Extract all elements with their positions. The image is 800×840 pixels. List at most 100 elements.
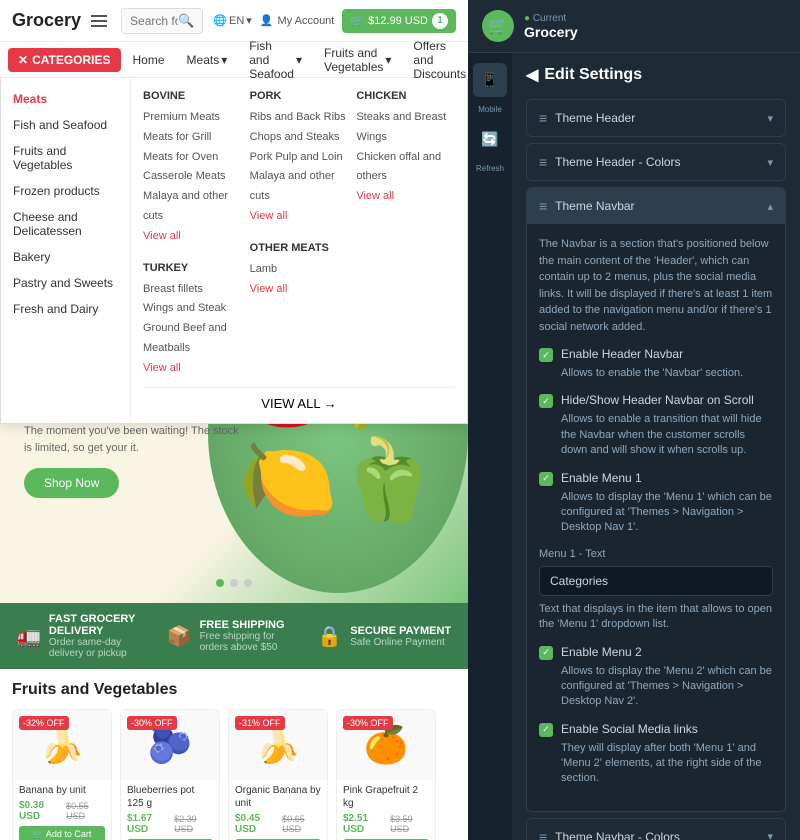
payment-title: SECURE PAYMENT <box>350 625 451 637</box>
bovine-premium[interactable]: Premium Meats <box>143 108 242 128</box>
menu1-text-section: Menu 1 - Text Text that displays in the … <box>539 548 773 633</box>
bovine-malaya[interactable]: Malaya and other cuts <box>143 187 242 227</box>
shop-now-button[interactable]: Shop Now <box>24 468 119 498</box>
banana-badge: -32% OFF <box>19 716 69 730</box>
pork-chops[interactable]: Chops and Steaks <box>250 128 349 148</box>
enable-menu2-header: Enable Menu 2 <box>539 645 773 660</box>
bovine-oven[interactable]: Meats for Oven <box>143 148 242 168</box>
feature-delivery-text: FAST GROCERY DELIVERY Order same-day del… <box>49 613 151 659</box>
nav-fruits[interactable]: Fruits and Vegetables ▾ <box>314 40 401 80</box>
account-button[interactable]: 👤 My Account <box>260 14 335 27</box>
theme-header-colors-icon: ≡ <box>539 154 547 170</box>
mega-left-fish[interactable]: Fish and Seafood <box>1 112 130 138</box>
pork-malaya[interactable]: Malaya and other cuts <box>250 167 349 207</box>
enable-header-navbar-checkbox[interactable] <box>539 348 553 362</box>
theme-navbar-icon: ≡ <box>539 198 547 214</box>
blueberries-badge: -30% OFF <box>127 716 177 730</box>
sidebar-mobile-icon[interactable]: 📱 <box>473 63 507 97</box>
categories-button[interactable]: ✕ CATEGORIES <box>8 48 121 72</box>
theme-header-colors-toggle[interactable]: ≡ Theme Header - Colors ▾ <box>527 144 785 180</box>
enable-header-navbar-header: Enable Header Navbar <box>539 347 773 362</box>
turkey-breast[interactable]: Breast fillets <box>143 280 242 300</box>
chicken-view-all[interactable]: View all <box>356 187 455 207</box>
menu1-text-input[interactable] <box>539 566 773 596</box>
mega-left-cheese[interactable]: Cheese and Delicatessen <box>1 204 130 244</box>
mega-menu-right: BOVINE Premium Meats Meats for Grill Mea… <box>131 78 467 423</box>
pork-view-all[interactable]: View all <box>250 207 349 227</box>
enable-menu1-checkbox[interactable] <box>539 472 553 486</box>
panel-header: 🛒 ● Current Grocery <box>468 0 800 53</box>
search-input[interactable] <box>130 14 178 28</box>
nav-home[interactable]: Home <box>123 47 175 73</box>
other-view-all[interactable]: View all <box>250 280 349 300</box>
banana-prices: $0.38 USD $0.55 USD <box>19 800 105 822</box>
other-lamb[interactable]: Lamb <box>250 260 349 280</box>
banana-add-cart[interactable]: 🛒 Add to Cart <box>19 826 105 840</box>
cart-count-badge: 1 <box>432 13 448 29</box>
toggle-enable-social-media: Enable Social Media links They will disp… <box>539 722 773 787</box>
hero-dot-3[interactable] <box>244 579 252 587</box>
language-selector[interactable]: 🌐 EN ▾ <box>213 14 252 27</box>
panel-body: 📱 Mobile 🔄 Refresh ◀ Edit Settings ≡ The… <box>468 53 800 840</box>
hero-dot-2[interactable] <box>230 579 238 587</box>
product-organic-banana: -31% OFF 🍌 Organic Banana by unit $0.45 … <box>228 709 328 840</box>
navbar-description: The Navbar is a section that's positione… <box>539 236 773 335</box>
feature-shipping-text: FREE SHIPPING Free shipping for orders a… <box>200 619 302 653</box>
shipping-icon: 📦 <box>167 624 192 649</box>
hide-show-navbar-checkbox[interactable] <box>539 394 553 408</box>
feature-shipping: 📦 FREE SHIPPING Free shipping for orders… <box>167 613 302 659</box>
enable-social-media-header: Enable Social Media links <box>539 722 773 737</box>
mega-left-fruits[interactable]: Fruits and Vegetables <box>1 138 130 178</box>
hide-show-navbar-label: Hide/Show Header Navbar on Scroll <box>561 393 754 407</box>
hamburger-menu-icon[interactable] <box>91 15 107 27</box>
enable-social-media-checkbox[interactable] <box>539 723 553 737</box>
mega-view-all[interactable]: VIEW ALL → <box>143 387 455 411</box>
mega-left-fresh[interactable]: Fresh and Dairy <box>1 296 130 322</box>
pork-pulp[interactable]: Pork Pulp and Loin <box>250 148 349 168</box>
products-row: -32% OFF 🍌 Banana by unit $0.38 USD $0.5… <box>12 709 456 840</box>
cart-button[interactable]: 🛒 $12.99 USD 1 <box>342 9 456 33</box>
theme-navbar-left: ≡ Theme Navbar <box>539 198 635 214</box>
mega-left-meats[interactable]: Meats <box>1 86 130 112</box>
delivery-title: FAST GROCERY DELIVERY <box>49 613 151 637</box>
panel-sidebar: 📱 Mobile 🔄 Refresh <box>468 53 512 840</box>
mega-menu: Meats Fish and Seafood Fruits and Vegeta… <box>0 78 468 424</box>
mega-left-bakery[interactable]: Bakery <box>1 244 130 270</box>
chicken-offal[interactable]: Chicken offal and others <box>356 148 455 188</box>
theme-navbar-chevron: ▴ <box>767 200 773 213</box>
turkey-view-all[interactable]: View all <box>143 359 242 379</box>
chicken-wings[interactable]: Wings <box>356 128 455 148</box>
blueberries-info: Blueberries pot 125 g $1.67 USD $2.39 US… <box>121 780 219 840</box>
back-arrow-icon[interactable]: ◀ <box>526 65 538 85</box>
theme-header-toggle[interactable]: ≡ Theme Header ▾ <box>527 100 785 136</box>
store-side: Grocery 🔍 🌐 EN ▾ 👤 My Account 🛒 $12.99 U… <box>0 0 468 840</box>
pork-ribs[interactable]: Ribs and Back Ribs <box>250 108 349 128</box>
search-icon[interactable]: 🔍 <box>178 13 194 29</box>
bovine-casserole[interactable]: Casserole Meats <box>143 167 242 187</box>
theme-header-title: Theme Header <box>555 111 635 125</box>
navbar-colors-toggle[interactable]: ≡ Theme Navbar - Colors ▾ <box>527 819 785 840</box>
blueberries-name: Blueberries pot 125 g <box>127 784 213 810</box>
bovine-grill[interactable]: Meats for Grill <box>143 128 242 148</box>
theme-header-left: ≡ Theme Header <box>539 110 635 126</box>
sidebar-refresh-icon[interactable]: 🔄 <box>473 122 507 156</box>
mega-left-frozen[interactable]: Frozen products <box>1 178 130 204</box>
mega-left-pastry[interactable]: Pastry and Sweets <box>1 270 130 296</box>
turkey-wings[interactable]: Wings and Steak <box>143 299 242 319</box>
store-logo: Grocery <box>12 10 81 31</box>
feature-payment: 🔒 SECURE PAYMENT Safe Online Payment <box>317 613 452 659</box>
bovine-view-all[interactable]: View all <box>143 227 242 247</box>
hide-show-navbar-desc: Allows to enable a transition that will … <box>539 412 773 458</box>
chicken-steaks[interactable]: Steaks and Breast <box>356 108 455 128</box>
accordion-theme-navbar: ≡ Theme Navbar ▴ The Navbar is a section… <box>526 187 786 812</box>
mega-menu-left: Meats Fish and Seafood Fruits and Vegeta… <box>1 78 131 423</box>
search-bar[interactable]: 🔍 <box>121 8 203 34</box>
theme-navbar-toggle[interactable]: ≡ Theme Navbar ▴ <box>527 188 785 224</box>
hero-dots <box>216 579 252 587</box>
hero-dot-1[interactable] <box>216 579 224 587</box>
turkey-ground[interactable]: Ground Beef and Meatballs <box>143 319 242 359</box>
enable-menu2-checkbox[interactable] <box>539 646 553 660</box>
theme-navbar-content: The Navbar is a section that's positione… <box>527 224 785 811</box>
delivery-icon: 🚛 <box>16 624 41 649</box>
nav-meats[interactable]: Meats ▾ <box>177 47 238 73</box>
